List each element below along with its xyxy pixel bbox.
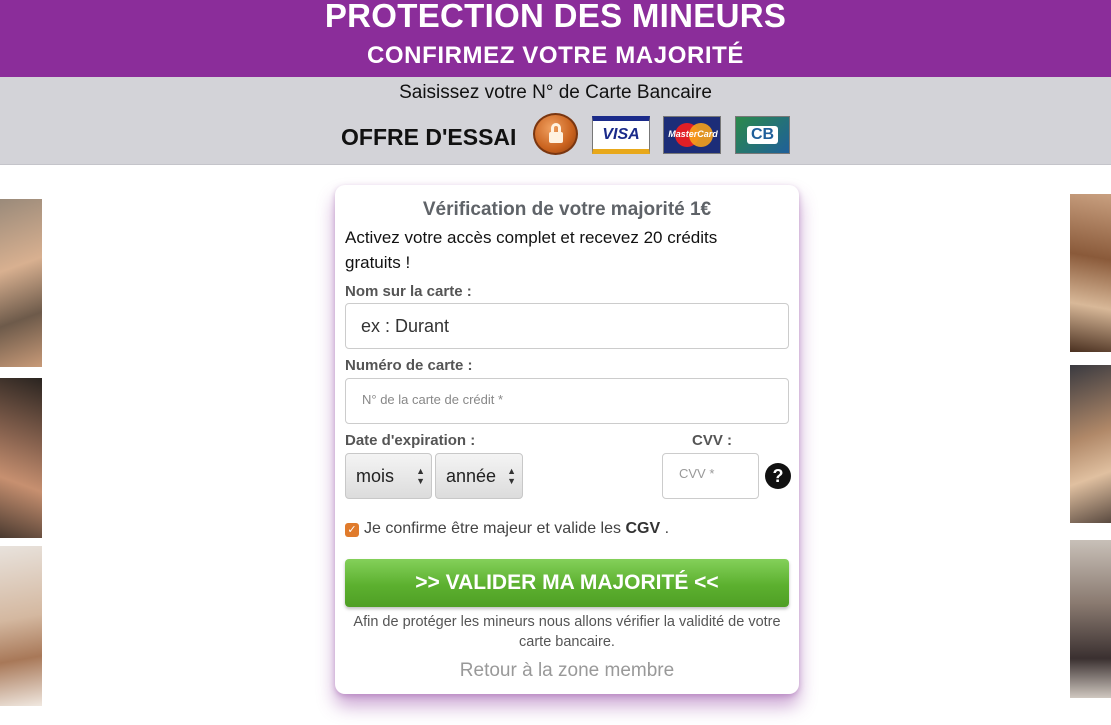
confirm-checkbox[interactable]: ✓: [345, 523, 359, 537]
card-number-placeholder: N° de la carte de crédit *: [362, 392, 504, 407]
month-value: mois: [356, 466, 395, 486]
name-input[interactable]: ex : Durant: [345, 303, 789, 349]
year-value: année: [446, 466, 497, 486]
cvv-input[interactable]: CVV *: [662, 453, 759, 499]
select-arrows-icon: ▲ ▼: [416, 466, 425, 486]
expiry-label: Date d'expiration :: [345, 432, 476, 449]
help-icon[interactable]: ?: [765, 463, 791, 489]
thumbnail-photo: [0, 378, 42, 538]
visa-logo: VISA: [592, 116, 650, 154]
thumbnail-photo: [0, 199, 42, 367]
cgv-link[interactable]: CGV: [625, 520, 660, 537]
select-arrows-icon: ▲ ▼: [507, 466, 516, 486]
confirm-label: Je confirme être majeur et valide les CG…: [364, 520, 670, 537]
page-subtitle: CONFIRMEZ VOTRE MAJORITÉ: [366, 42, 745, 69]
thumbnail-photo: [1070, 365, 1111, 523]
thumbnail-photo: [0, 546, 42, 706]
secure-lock-icon: [533, 113, 578, 155]
verification-form: Vérification de votre majorité 1€ Active…: [335, 185, 799, 694]
thumbnail-photo: [1070, 194, 1111, 352]
cvv-placeholder: CVV *: [679, 466, 715, 481]
page-title: PROTECTION DES MINEURS: [324, 0, 787, 34]
cb-logo: CB: [735, 116, 790, 154]
card-number-label: Numéro de carte :: [345, 357, 473, 374]
expiry-month-select[interactable]: mois ▲ ▼: [345, 453, 432, 499]
name-label: Nom sur la carte :: [345, 283, 472, 300]
verification-note: Afin de protéger les mineurs nous allons…: [353, 614, 781, 650]
name-placeholder: ex : Durant: [361, 316, 450, 336]
expiry-year-select[interactable]: année ▲ ▼: [435, 453, 523, 499]
thumbnail-photo: [1070, 540, 1111, 698]
cvv-label: CVV :: [692, 432, 733, 449]
form-title: Vérification de votre majorité 1€: [422, 199, 712, 220]
promo-text: Activez votre accès complet et recevez 2…: [345, 228, 718, 272]
card-instruction: Saisissez votre N° de Carte Bancaire: [399, 82, 712, 103]
header-banner: PROTECTION DES MINEURS CONFIRMEZ VOTRE M…: [0, 0, 1111, 77]
submit-button[interactable]: >> VALIDER MA MAJORITÉ <<: [345, 559, 789, 607]
trial-offer-label: OFFRE D'ESSAI: [341, 124, 517, 150]
card-number-input[interactable]: N° de la carte de crédit *: [345, 378, 789, 424]
back-to-members-link[interactable]: Retour à la zone membre: [335, 660, 799, 682]
mastercard-logo: MasterCard: [663, 116, 721, 154]
